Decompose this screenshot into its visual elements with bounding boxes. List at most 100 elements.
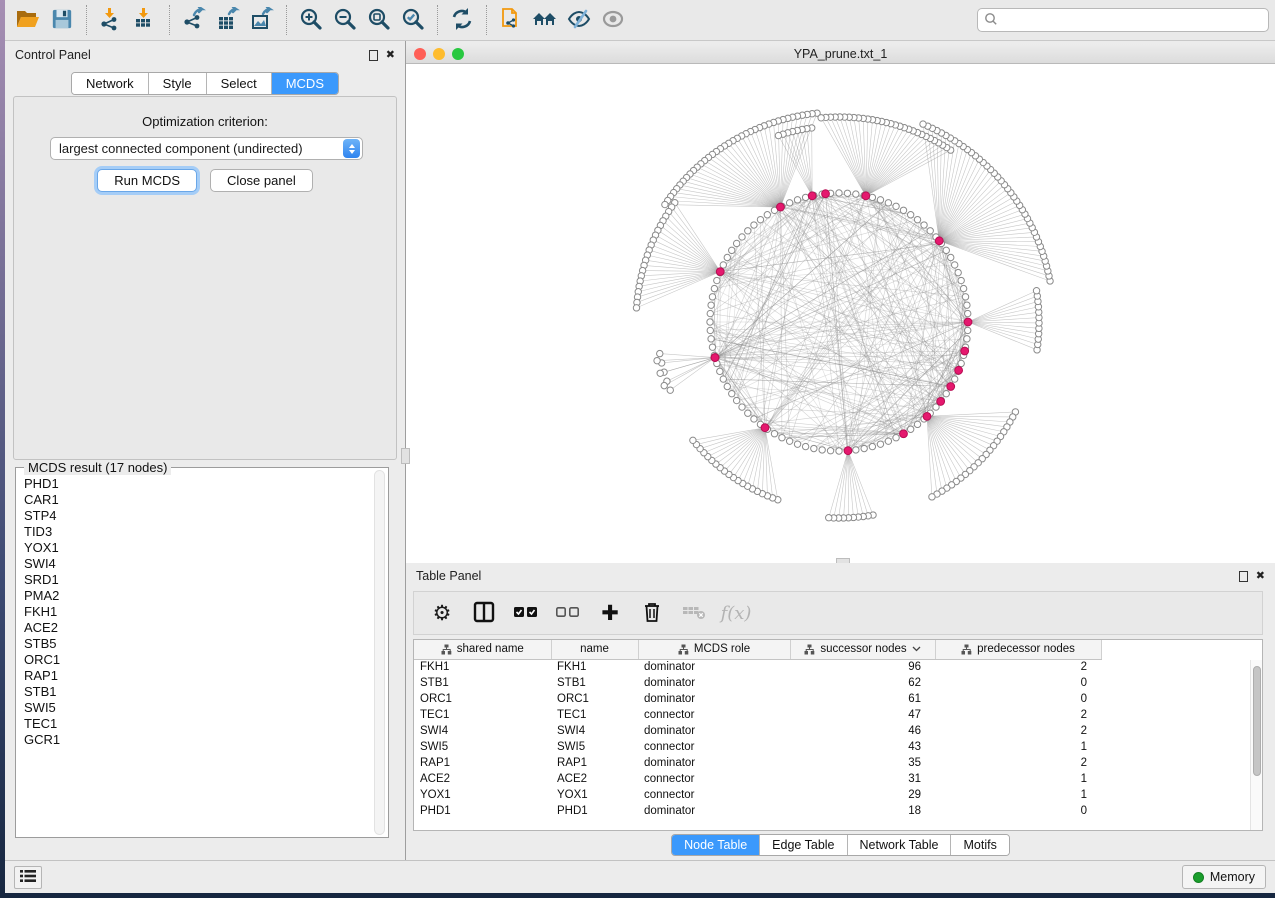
- network-view-window: YPA_prune.txt_1: [406, 41, 1275, 563]
- zoom-selected-icon: [401, 7, 425, 34]
- export-table-button[interactable]: [211, 4, 245, 36]
- list-item[interactable]: STB1: [24, 684, 368, 700]
- memory-button[interactable]: Memory: [1182, 865, 1266, 889]
- save-session-button[interactable]: [45, 4, 79, 36]
- close-panel-button[interactable]: Close panel: [210, 169, 313, 192]
- float-panel-icon[interactable]: [1239, 571, 1248, 582]
- function-builder-button[interactable]: f(x): [722, 599, 750, 627]
- list-item[interactable]: STP4: [24, 508, 368, 524]
- task-history-button[interactable]: [14, 866, 42, 889]
- list-item[interactable]: ACE2: [24, 620, 368, 636]
- list-item[interactable]: PMA2: [24, 588, 368, 604]
- control-panel-tabs: Network Style Select MCDS: [5, 72, 405, 95]
- table-row[interactable]: ORC1ORC1dominator610: [414, 691, 1101, 707]
- tab-network-table[interactable]: Network Table: [848, 835, 952, 855]
- network-graph: [406, 64, 1275, 563]
- list-item[interactable]: TID3: [24, 524, 368, 540]
- fx-icon: f(x): [721, 603, 752, 624]
- list-item[interactable]: CAR1: [24, 492, 368, 508]
- first-neighbors-button[interactable]: [528, 4, 562, 36]
- float-panel-icon[interactable]: [369, 50, 378, 61]
- export-network-icon: [182, 7, 206, 34]
- table-panel: Table Panel ✖ ⚙ ✚ f(x): [406, 563, 1275, 860]
- table-delete-icon: [682, 603, 706, 624]
- table-row[interactable]: ACE2ACE2connector311: [414, 771, 1101, 787]
- vertical-splitter-handle[interactable]: [401, 448, 410, 464]
- column-header-name[interactable]: name: [551, 640, 638, 659]
- table-row[interactable]: SWI5SWI5connector431: [414, 739, 1101, 755]
- new-network-from-selection-button[interactable]: [494, 4, 528, 36]
- list-item[interactable]: PHD1: [24, 476, 368, 492]
- gear-icon: ⚙: [433, 601, 452, 625]
- close-panel-icon[interactable]: ✖: [1256, 571, 1265, 582]
- zoom-in-button[interactable]: [294, 4, 328, 36]
- table-row[interactable]: SWI4SWI4dominator462: [414, 723, 1101, 739]
- delete-column-button[interactable]: [638, 599, 666, 627]
- select-all-rows-button[interactable]: [512, 599, 540, 627]
- tree-icon: [678, 644, 689, 655]
- mcds-result-list[interactable]: PHD1 CAR1 STP4 TID3 YOX1 SWI4 SRD1 PMA2 …: [24, 476, 368, 831]
- zoom-fit-button[interactable]: [362, 4, 396, 36]
- list-item[interactable]: YOX1: [24, 540, 368, 556]
- node-table-container: shared name name MCDS role successor nod…: [413, 639, 1263, 831]
- zoom-selected-button[interactable]: [396, 4, 430, 36]
- control-panel: Control Panel ✖ Network Style Select MCD…: [5, 41, 406, 860]
- close-panel-icon[interactable]: ✖: [386, 50, 395, 61]
- table-row[interactable]: PHD1PHD1dominator180: [414, 803, 1101, 819]
- trash-icon: [642, 601, 662, 626]
- list-item[interactable]: SWI4: [24, 556, 368, 572]
- delete-table-button[interactable]: [680, 599, 708, 627]
- table-settings-button[interactable]: ⚙: [428, 599, 456, 627]
- tab-select[interactable]: Select: [207, 73, 272, 94]
- table-row[interactable]: FKH1FKH1dominator962: [414, 659, 1101, 675]
- run-mcds-button[interactable]: Run MCDS: [97, 169, 197, 192]
- hide-selected-button[interactable]: [562, 4, 596, 36]
- column-header-mcds-role[interactable]: MCDS role: [638, 640, 790, 659]
- column-header-predecessor-nodes[interactable]: predecessor nodes: [935, 640, 1101, 659]
- optimization-criterion-select[interactable]: largest connected component (undirected): [50, 137, 363, 160]
- export-network-button[interactable]: [177, 4, 211, 36]
- tab-node-table[interactable]: Node Table: [672, 835, 760, 855]
- list-item[interactable]: ORC1: [24, 652, 368, 668]
- list-item[interactable]: GCR1: [24, 732, 368, 748]
- table-scrollbar[interactable]: [1250, 660, 1262, 830]
- network-titlebar[interactable]: YPA_prune.txt_1: [406, 44, 1275, 64]
- list-item[interactable]: SWI5: [24, 700, 368, 716]
- export-image-icon: [250, 7, 274, 34]
- table-header-row: shared name name MCDS role successor nod…: [414, 640, 1101, 659]
- tab-edge-table[interactable]: Edge Table: [760, 835, 847, 855]
- import-table-button[interactable]: [128, 4, 162, 36]
- add-column-button[interactable]: ✚: [596, 599, 624, 627]
- list-item[interactable]: RAP1: [24, 668, 368, 684]
- tab-motifs[interactable]: Motifs: [951, 835, 1008, 855]
- list-item[interactable]: FKH1: [24, 604, 368, 620]
- zoom-out-button[interactable]: [328, 4, 362, 36]
- list-item[interactable]: TEC1: [24, 716, 368, 732]
- tab-style[interactable]: Style: [149, 73, 207, 94]
- tab-mcds[interactable]: MCDS: [272, 73, 338, 94]
- show-columns-button[interactable]: [470, 599, 498, 627]
- list-item[interactable]: STB5: [24, 636, 368, 652]
- toolbar-separator: [86, 5, 87, 35]
- table-row[interactable]: YOX1YOX1connector291: [414, 787, 1101, 803]
- memory-label: Memory: [1210, 870, 1255, 884]
- show-all-button[interactable]: [596, 4, 630, 36]
- column-header-successor-nodes[interactable]: successor nodes: [790, 640, 935, 659]
- table-toolbar: ⚙ ✚ f(x): [413, 591, 1263, 635]
- export-image-button[interactable]: [245, 4, 279, 36]
- table-row[interactable]: RAP1RAP1dominator352: [414, 755, 1101, 771]
- column-header-shared-name[interactable]: shared name: [414, 640, 551, 659]
- open-file-button[interactable]: [11, 4, 45, 36]
- search-input[interactable]: [1002, 13, 1262, 27]
- list-item[interactable]: SRD1: [24, 572, 368, 588]
- tab-network[interactable]: Network: [72, 73, 149, 94]
- mcds-list-scrollbar[interactable]: [374, 470, 385, 835]
- deselect-all-rows-button[interactable]: [554, 599, 582, 627]
- table-row[interactable]: TEC1TEC1connector472: [414, 707, 1101, 723]
- search-field[interactable]: [977, 8, 1269, 32]
- refresh-layout-button[interactable]: [445, 4, 479, 36]
- network-canvas[interactable]: [406, 64, 1275, 563]
- table-scrollbar-thumb[interactable]: [1253, 666, 1261, 776]
- table-row[interactable]: STB1STB1dominator620: [414, 675, 1101, 691]
- import-network-button[interactable]: [94, 4, 128, 36]
